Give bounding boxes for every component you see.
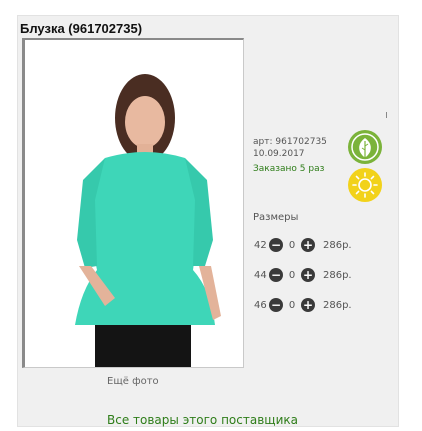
supplier-products-link[interactable]: Все товары этого поставщика [107, 413, 298, 427]
sun-icon [348, 168, 382, 202]
quantity-value: 0 [288, 239, 296, 251]
product-info: арт: 961702735 10.09.2017 Заказано 5 раз [253, 136, 327, 175]
leaf-icon [348, 130, 382, 164]
divider-mark [386, 112, 387, 118]
size-label: 42 [254, 239, 267, 251]
minus-circle-icon[interactable]: − [269, 238, 283, 252]
product-image [25, 40, 243, 367]
minus-circle-icon[interactable]: − [269, 268, 283, 282]
size-price: 286р. [323, 239, 352, 251]
size-row: 44 − 0 + 286р. [254, 266, 352, 284]
size-price: 286р. [323, 269, 352, 281]
minus-circle-icon[interactable]: − [269, 298, 283, 312]
product-date: 10.09.2017 [253, 149, 305, 159]
size-price: 286р. [323, 299, 352, 311]
size-row: 42 − 0 + 286р. [254, 236, 352, 254]
sizes-heading: Размеры [253, 212, 299, 223]
ordered-count: Заказано 5 раз [253, 164, 325, 174]
plus-circle-icon[interactable]: + [301, 268, 315, 282]
article-number: арт: 961702735 [253, 137, 327, 147]
plus-circle-icon[interactable]: + [301, 298, 315, 312]
product-title: Блузка (961702735) [20, 21, 143, 36]
size-row: 46 − 0 + 286р. [254, 296, 352, 314]
size-label: 44 [254, 269, 267, 281]
more-photo-link[interactable]: Ещё фото [107, 376, 159, 387]
size-label: 46 [254, 299, 267, 311]
quantity-value: 0 [288, 269, 296, 281]
plus-circle-icon[interactable]: + [301, 238, 315, 252]
quantity-value: 0 [288, 299, 296, 311]
product-photo[interactable] [22, 38, 244, 368]
